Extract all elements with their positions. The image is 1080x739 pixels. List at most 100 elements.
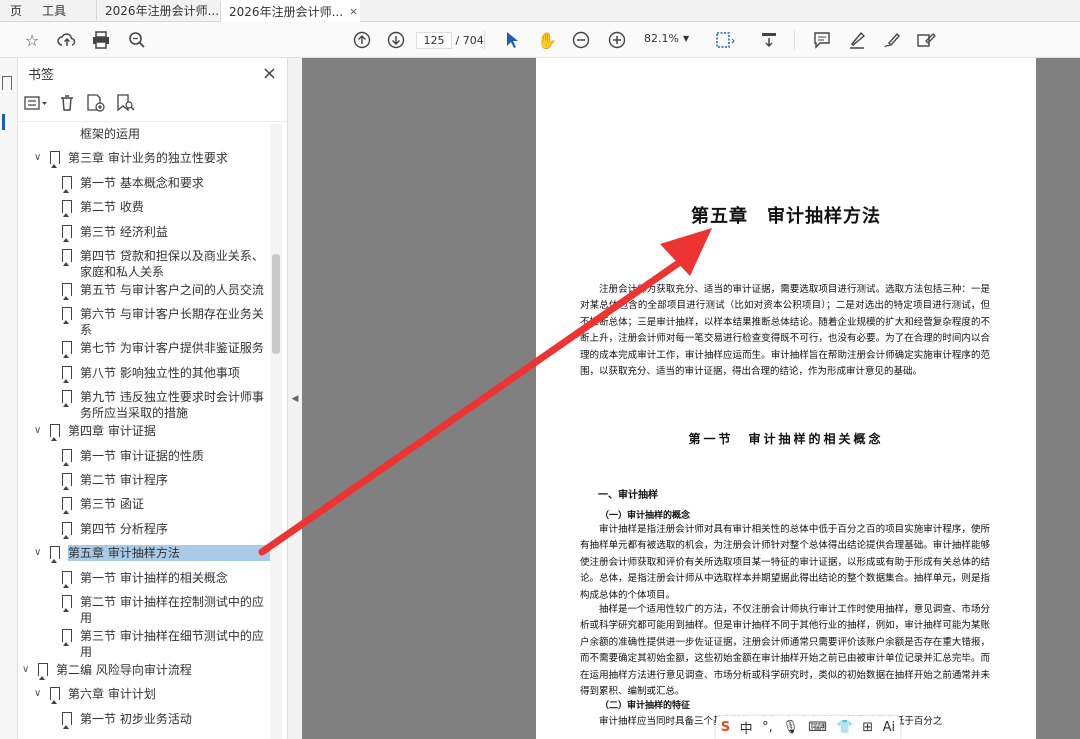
ime-ai-button[interactable]: Ai xyxy=(883,720,896,735)
body-paragraph-2: 抽样是一个适用性较广的方法，不仅注册会计师执行审计工作时使用抽样，意见调查、市场… xyxy=(580,604,990,698)
search-icon[interactable] xyxy=(125,28,149,52)
previous-page-icon[interactable] xyxy=(350,28,374,52)
bookmark-icon xyxy=(62,224,72,242)
find-bookmark-icon[interactable] xyxy=(116,93,136,116)
bookmark-item[interactable]: 第一节 审计抽样的相关概念 xyxy=(62,570,270,588)
bookmark-item[interactable]: ∨ 第三章 审计业务的独立性要求 xyxy=(34,150,270,169)
cloud-upload-icon[interactable] xyxy=(55,28,79,52)
draw-signature-icon[interactable] xyxy=(880,28,904,52)
bookmark-item[interactable]: 第二节 收费 xyxy=(62,199,270,218)
bookmark-item[interactable]: 第八节 影响独立性的其他事项 xyxy=(62,365,270,383)
bookmark-item[interactable]: 第四节 贷款和担保以及商业关系、家庭和私人关系 xyxy=(62,248,270,280)
fit-page-icon[interactable] xyxy=(713,28,737,52)
bookmark-item[interactable]: ∨ 第二编 风险导向审计流程 xyxy=(22,662,270,680)
bookmark-label: 第五章 审计抽样方法 xyxy=(68,545,270,562)
active-panel-indicator xyxy=(2,114,5,130)
punctuation-icon[interactable]: °, xyxy=(762,720,773,735)
highlight-pen-icon[interactable] xyxy=(845,28,869,52)
collapse-arrow-icon[interactable]: ◀ xyxy=(292,394,299,404)
edit-tag-icon[interactable] xyxy=(914,28,938,52)
ime-language-toggle[interactable]: 中 xyxy=(740,718,753,737)
scroll-mode-icon[interactable] xyxy=(757,28,781,52)
document-viewer[interactable]: 第五章 审计抽样方法 注册会计师为获取充分、适当的审计证据，需要选取项目进行测试… xyxy=(302,58,1080,739)
keyboard-icon[interactable]: ⌨ xyxy=(808,720,827,735)
bookmark-icon xyxy=(62,175,72,193)
bookmark-icon xyxy=(62,521,72,539)
page-number-input[interactable]: 125 xyxy=(416,32,452,49)
zoom-out-icon[interactable] xyxy=(569,28,593,52)
heading-sampling-concept: （一）审计抽样的概念 xyxy=(600,511,691,521)
bookmark-item[interactable]: 第四节 分析程序 xyxy=(62,521,270,539)
bookmark-item[interactable]: 第三节 审计抽样在细节测试中的应用 xyxy=(62,628,270,660)
bookmark-item[interactable]: ∨ 第六章 审计计划 xyxy=(34,686,270,705)
menu-home[interactable]: 页 xyxy=(0,0,32,22)
chapter-title: 第五章 审计抽样方法 xyxy=(691,206,881,227)
menu-tools[interactable]: 工具 xyxy=(32,0,96,22)
bookmark-item[interactable]: 第三节 经济利益 xyxy=(62,224,270,242)
bookmark-icon xyxy=(62,341,72,359)
chevron-down-icon[interactable]: ∨ xyxy=(22,662,36,678)
bookmark-scrollbar[interactable] xyxy=(270,124,282,739)
bookmark-item[interactable]: 第三节 函证 xyxy=(62,496,270,515)
bookmark-item[interactable]: 第一节 初步业务活动 xyxy=(62,711,270,729)
chevron-down-icon[interactable]: ∨ xyxy=(34,545,48,561)
tab-document-1[interactable]: 2026年注册会计师... xyxy=(96,0,220,22)
star-icon[interactable]: ☆ xyxy=(20,28,44,52)
bookmark-label: 第一节 审计证据的性质 xyxy=(80,448,204,463)
grid-menu-icon[interactable]: ⊞ xyxy=(862,720,873,735)
close-panel-icon[interactable]: × xyxy=(262,63,277,84)
toolbar: ☆ 125 / 704 ✋ 82.1% ▼ xyxy=(0,22,1080,58)
next-page-icon[interactable] xyxy=(384,28,408,52)
bookmark-label: 第六章 审计计划 xyxy=(68,687,156,702)
bookmark-item[interactable]: 第五节 与审计客户之间的人员交流 xyxy=(62,282,270,300)
close-tab-icon[interactable]: × xyxy=(349,5,358,18)
microphone-icon[interactable]: 🎙 xyxy=(782,720,799,735)
bookmark-item[interactable]: 第一节 审计证据的性质 xyxy=(62,448,270,466)
bookmark-item[interactable]: ∨ 第五章 审计抽样方法 xyxy=(34,545,270,564)
chevron-down-icon[interactable]: ∨ xyxy=(34,686,48,702)
clipboard-icon[interactable]: 👕 xyxy=(837,720,853,735)
tab-document-2[interactable]: 2026年注册会计师... × xyxy=(220,0,361,22)
bookmark-item[interactable]: 第七节 为审计客户提供非鉴证服务 xyxy=(62,340,270,359)
scrollbar-thumb[interactable] xyxy=(272,254,280,354)
zoom-value: 82.1% xyxy=(644,32,679,45)
panel-header: 书签 × xyxy=(18,58,287,88)
add-bookmark-icon[interactable] xyxy=(86,93,106,116)
bookmark-item[interactable]: 第二节 审计程序 xyxy=(62,472,270,490)
bookmark-icon xyxy=(50,424,60,442)
options-menu-icon[interactable] xyxy=(24,95,48,115)
chevron-down-icon[interactable]: ∨ xyxy=(34,423,48,439)
intro-paragraph: 注册会计师为获取充分、适当的审计证据，需要选取项目进行测试。选取方法包括三种：一… xyxy=(580,284,990,378)
bookmark-item[interactable]: ∨ 第四章 审计证据 xyxy=(34,423,270,442)
bookmark-item[interactable]: 第一节 基本概念和要求 xyxy=(62,175,270,193)
comment-icon[interactable] xyxy=(810,28,834,52)
bookmark-icon xyxy=(50,687,60,705)
bookmark-item[interactable]: 第九节 违反独立性要求时会计师事务所应当采取的措施 xyxy=(62,389,270,421)
chevron-down-icon[interactable]: ∨ xyxy=(34,150,48,166)
hand-tool-icon[interactable]: ✋ xyxy=(535,28,559,52)
bookmark-item[interactable]: 框架的运用 xyxy=(62,126,270,142)
bookmark-panel-icon[interactable] xyxy=(2,76,12,90)
print-icon[interactable] xyxy=(89,28,113,52)
bookmark-item[interactable]: 第六节 与审计客户长期存在业务关系 xyxy=(62,306,270,338)
bookmark-label: 第二节 审计抽样在控制测试中的应用 xyxy=(80,595,264,625)
ime-logo[interactable]: S xyxy=(721,720,730,735)
zoom-select[interactable]: 82.1% ▼ xyxy=(644,32,689,45)
body-paragraph-1: 审计抽样是指注册会计师对具有审计相关性的总体中低于百分之百的项目实施审计程序，使… xyxy=(580,524,990,601)
pdf-page: 第五章 审计抽样方法 注册会计师为获取充分、适当的审计证据，需要选取项目进行测试… xyxy=(536,58,1036,739)
bookmark-label: 第三章 审计业务的独立性要求 xyxy=(68,151,228,166)
page-total: / 704 xyxy=(455,34,484,47)
panel-splitter[interactable]: ◀ xyxy=(288,58,302,739)
delete-bookmark-icon[interactable] xyxy=(58,94,76,116)
bookmark-item[interactable]: 第二节 审计抽样在控制测试中的应用 xyxy=(62,594,270,626)
bookmark-icon xyxy=(62,711,72,729)
select-cursor-icon[interactable] xyxy=(500,28,524,52)
bookmark-label: 第四章 审计证据 xyxy=(68,424,156,439)
bookmark-icon xyxy=(62,200,72,218)
bookmark-icon xyxy=(62,390,72,408)
bookmark-label: 第一节 审计抽样的相关概念 xyxy=(80,570,228,585)
bookmark-label: 框架的运用 xyxy=(80,127,141,141)
bookmark-icon xyxy=(62,365,72,383)
bookmark-icon xyxy=(62,497,72,515)
zoom-in-icon[interactable] xyxy=(605,28,629,52)
